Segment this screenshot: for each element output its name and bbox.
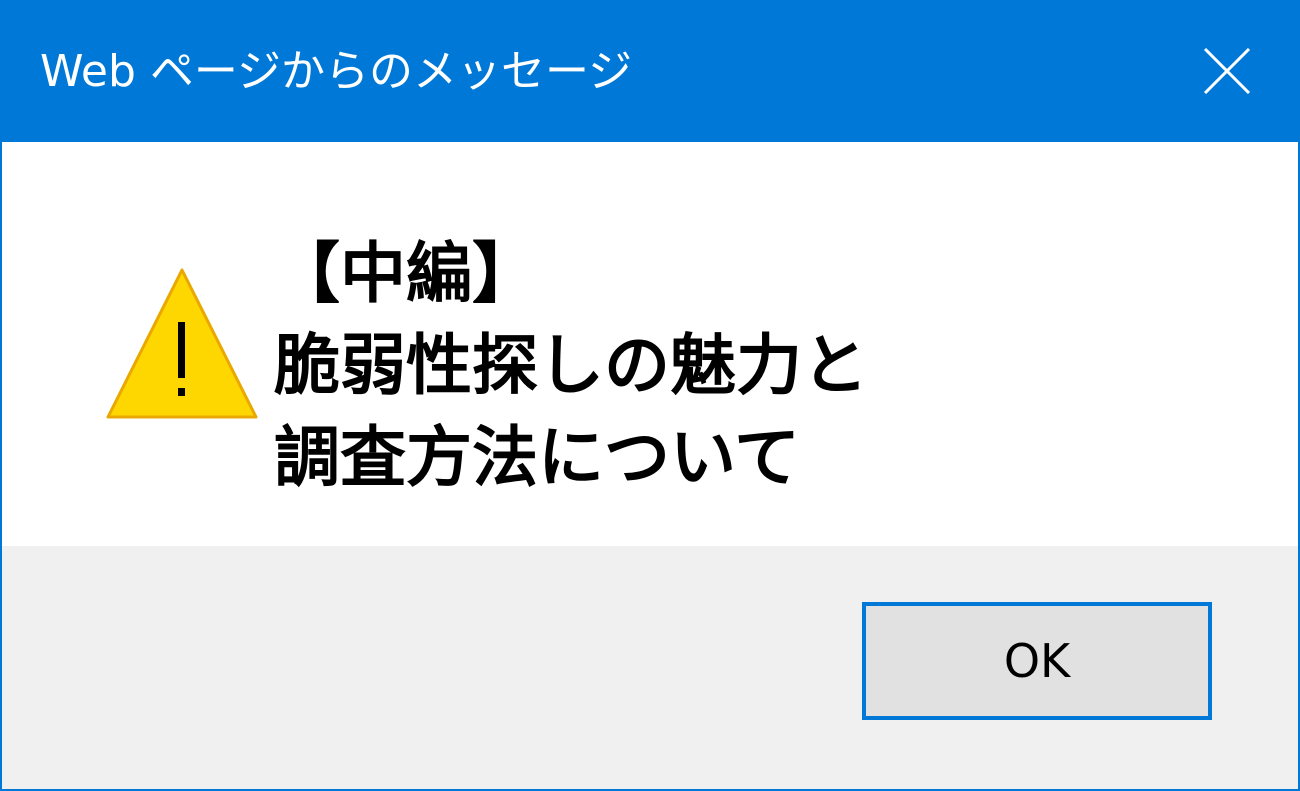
message-line: 調査方法について	[274, 419, 801, 496]
ok-button[interactable]: OK	[862, 602, 1212, 720]
dialog-content: 【中編】 脆弱性探しの魅力と 調査方法について	[2, 142, 1298, 546]
title-bar: Web ページからのメッセージ	[2, 0, 1298, 142]
message-text: 【中編】 脆弱性探しの魅力と 調査方法について	[274, 228, 868, 504]
warning-icon	[106, 268, 258, 419]
message-line: 脆弱性探しの魅力と	[274, 327, 868, 404]
button-area: OK	[2, 546, 1298, 789]
window-title: Web ページからのメッセージ	[40, 46, 633, 97]
message-dialog: Web ページからのメッセージ 【中編】 脆弱性探しの魅力と 調査方法について …	[0, 0, 1300, 791]
message-line: 【中編】	[274, 235, 538, 312]
close-button[interactable]	[1152, 0, 1298, 142]
close-icon	[1203, 48, 1251, 94]
